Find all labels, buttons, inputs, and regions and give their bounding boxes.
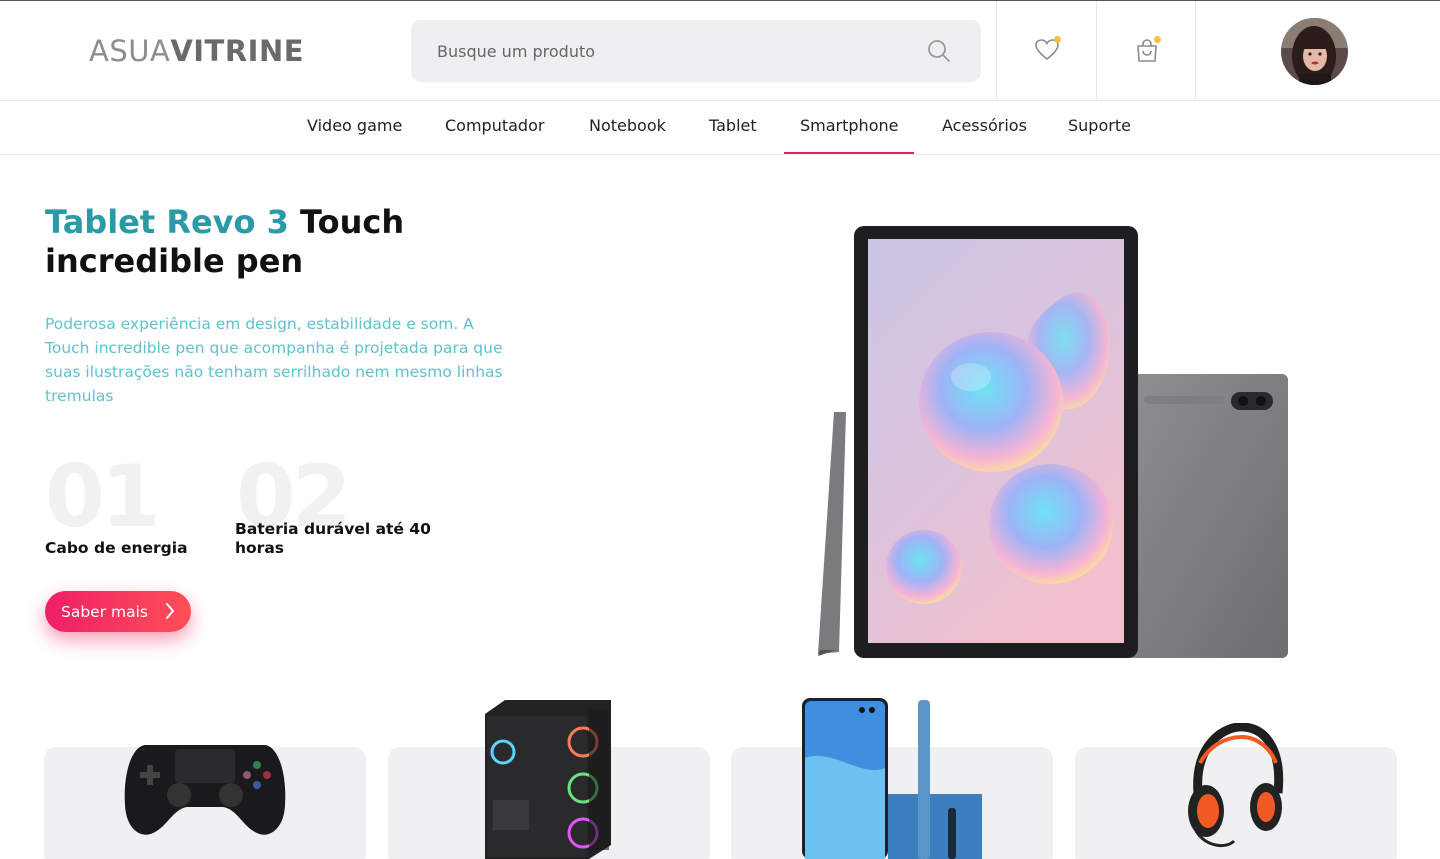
feature-label: Cabo de energia — [45, 539, 188, 557]
nav-item-tablet[interactable]: Tablet — [709, 101, 757, 154]
pc-case-image — [485, 700, 613, 859]
category-nav: Video game Computador Notebook Tablet Sm… — [0, 101, 1440, 155]
saber-mais-button[interactable]: Saber mais — [45, 591, 191, 632]
nav-item-computador[interactable]: Computador — [445, 101, 544, 154]
avatar[interactable] — [1281, 18, 1348, 85]
cta-label: Saber mais — [61, 602, 148, 621]
headset-image — [1186, 722, 1286, 857]
cart-button[interactable] — [1096, 1, 1196, 101]
feature-1: 01 — [45, 447, 161, 547]
search-bar — [411, 20, 981, 82]
search-icon[interactable] — [927, 39, 951, 63]
site-header: ASUAVITRINE — [0, 0, 1440, 101]
feature-number: 01 — [45, 447, 161, 547]
nav-item-acessorios[interactable]: Acessórios — [942, 101, 1027, 154]
hero-title: Tablet Revo 3 Touch incredible pen — [45, 203, 465, 281]
nav-item-notebook[interactable]: Notebook — [589, 101, 666, 154]
wishlist-badge — [1054, 36, 1061, 43]
nav-item-video-game[interactable]: Video game — [307, 101, 402, 154]
search-input[interactable] — [437, 20, 907, 82]
wishlist-button[interactable] — [996, 1, 1096, 101]
smartphone-image — [802, 698, 984, 859]
logo[interactable]: ASUAVITRINE — [89, 34, 304, 68]
controller-image — [123, 735, 287, 843]
nav-item-suporte[interactable]: Suporte — [1068, 101, 1131, 154]
hero-description: Poderosa experiência em design, estabili… — [45, 315, 503, 405]
logo-bold-text: VITRINE — [170, 34, 305, 68]
feature-label: Bateria durável até 40 horas — [235, 520, 431, 557]
chevron-right-icon — [165, 602, 175, 624]
cart-badge — [1154, 36, 1161, 43]
hero-title-accent: Tablet Revo 3 — [45, 203, 289, 241]
nav-item-smartphone[interactable]: Smartphone — [783, 101, 916, 154]
hero-tablet-image — [806, 222, 1292, 662]
logo-light-text: ASUA — [89, 34, 171, 68]
